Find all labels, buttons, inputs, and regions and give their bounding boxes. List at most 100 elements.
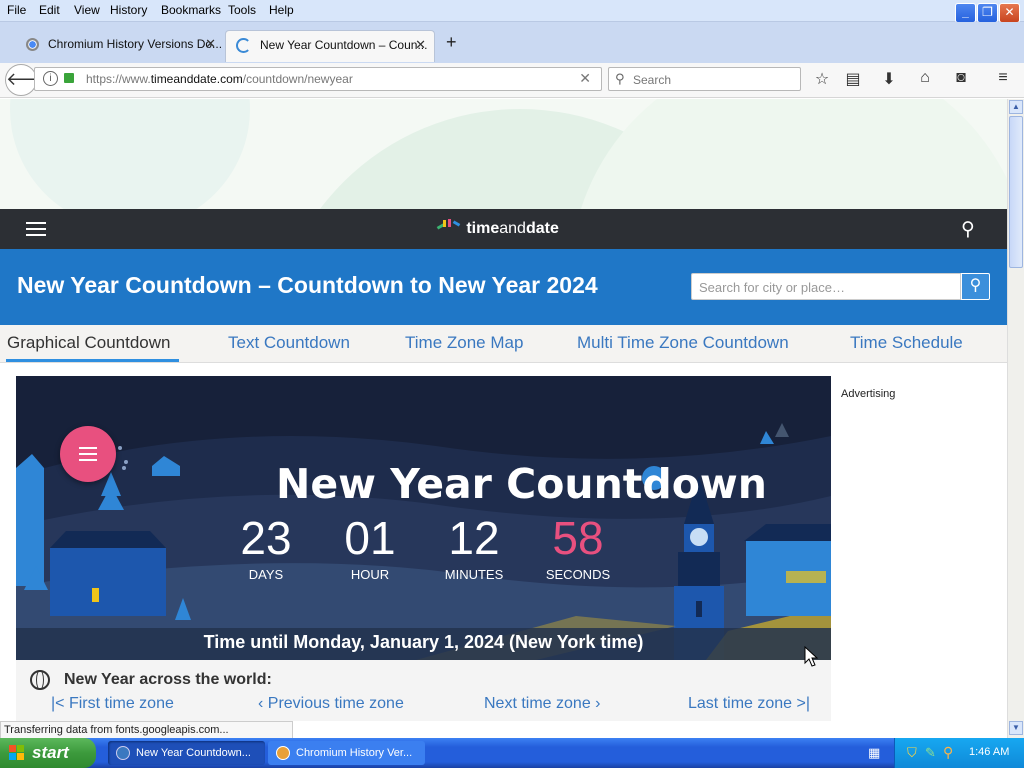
taskbar-item-chromium-history[interactable]: Chromium History Ver... (268, 741, 425, 765)
site-logo[interactable]: timeanddate (435, 219, 559, 238)
site-top-nav: timeanddate ⚲ (0, 209, 1007, 249)
first-arrow-icon: |< (51, 695, 69, 712)
web-page: timeanddate ⚲ New Year Countdown – Count… (0, 99, 1007, 721)
menu-lines-icon (79, 447, 97, 461)
windows-logo-icon (9, 745, 25, 761)
bookmark-star-icon[interactable]: ☆ (812, 69, 832, 89)
previous-time-zone-link[interactable]: ‹ Previous time zone (258, 695, 404, 713)
status-bar: Transferring data from fonts.googleapis.… (0, 721, 293, 739)
loading-spinner-icon (236, 38, 251, 53)
scroll-thumb[interactable] (1009, 116, 1023, 268)
close-tab-icon[interactable]: ✕ (415, 31, 426, 59)
security-shield-icon[interactable]: ⛉ (907, 745, 917, 761)
countdown-caption: Time until Monday, January 1, 2024 (New … (203, 632, 644, 652)
reading-list-icon[interactable]: ▤ (843, 69, 863, 89)
city-search-placeholder: Search for city or place… (699, 280, 845, 295)
city-search-button[interactable]: ⚲ (961, 273, 990, 300)
active-subtab-underline (6, 359, 179, 362)
minimize-button[interactable]: _ (955, 3, 976, 23)
minutes-label: MINUTES (444, 567, 504, 582)
page-header: New Year Countdown – Countdown to New Ye… (0, 249, 1007, 325)
previous-arrow-icon: ‹ (258, 695, 268, 712)
mouse-cursor-icon (804, 646, 818, 667)
subtab-text-countdown[interactable]: Text Countdown (228, 333, 350, 353)
close-tab-icon[interactable]: ✕ (205, 30, 216, 58)
back-button[interactable]: 🡐 (5, 64, 54, 96)
clock: 1:46 AM (969, 746, 1010, 758)
seconds-value: 58 (552, 512, 604, 564)
start-label: start (32, 743, 69, 762)
keyboard-icon[interactable]: ▦ (868, 745, 880, 761)
menu-bookmarks[interactable]: Bookmarks (161, 3, 221, 17)
system-tray: ⛉ ✎ ⚲ 1:46 AM (894, 738, 1024, 768)
browser-search-input[interactable]: ⚲ Search (608, 67, 801, 91)
tab-new-year-countdown[interactable]: New Year Countdown – Coun... ✕ (225, 30, 435, 62)
search-icon: ⚲ (615, 71, 625, 86)
countdown-subtabs: Graphical Countdown Text Countdown Time … (0, 325, 1007, 363)
world-timezone-nav: New Year across the world: |< First time… (16, 660, 831, 721)
minutes-value: 12 (448, 512, 500, 564)
menu-help[interactable]: Help (269, 3, 294, 17)
search-tray-icon[interactable]: ⚲ (943, 744, 953, 761)
firefox-icon (116, 746, 130, 760)
lock-icon (64, 73, 74, 83)
downloads-icon[interactable]: ⬇ (879, 69, 899, 89)
tab-strip: Chromium History Versions Do... ✕ New Ye… (0, 22, 1024, 63)
next-time-zone-link[interactable]: Next time zone › (484, 695, 601, 713)
menu-tools[interactable]: Tools (228, 3, 256, 17)
site-search-icon[interactable]: ⚲ (961, 218, 975, 241)
last-arrow-icon: >| (792, 695, 811, 712)
globe-icon (30, 670, 50, 690)
windows-taskbar: start New Year Countdown... Chromium His… (0, 738, 1024, 768)
last-time-zone-link[interactable]: Last time zone >| (688, 695, 810, 713)
world-heading: New Year across the world: (64, 671, 272, 688)
clear-url-icon[interactable]: ✕ (579, 70, 591, 87)
countdown-digits: 23 DAYS 01 HOUR 12 MINUTES 58 SECONDS (218, 511, 618, 591)
tab-title: Chromium History Versions Do... (48, 37, 223, 51)
countdown-heading: New Year Countdown (276, 460, 767, 508)
pocket-icon[interactable]: ◙ (951, 69, 971, 87)
hours-value: 01 (344, 512, 396, 564)
scroll-down-icon[interactable]: ▼ (1009, 721, 1023, 735)
new-tab-button[interactable]: + (446, 32, 457, 53)
navigation-bar: 🡐 i https://www.timeanddate.com/countdow… (0, 63, 1024, 98)
tab-title: New Year Countdown – Coun... (260, 38, 428, 52)
close-window-button[interactable]: ✕ (999, 3, 1020, 23)
countdown-menu-button[interactable] (60, 426, 116, 482)
info-icon[interactable]: i (43, 71, 58, 86)
ad-banner-area (0, 99, 1007, 209)
tab-chromium-history[interactable]: Chromium History Versions Do... ✕ (14, 30, 224, 62)
menu-history[interactable]: History (110, 3, 147, 17)
vertical-scrollbar[interactable]: ▲ ▼ (1007, 99, 1024, 738)
menu-bar: File Edit View History Bookmarks Tools H… (0, 0, 1024, 23)
days-value: 23 (240, 512, 292, 564)
url-bar[interactable]: i https://www.timeanddate.com/countdown/… (34, 67, 602, 91)
countdown-graphic: New Year Countdown 23 DAYS 01 HOUR 12 MI… (16, 376, 831, 660)
page-title: New Year Countdown – Countdown to New Ye… (17, 272, 598, 298)
taskbar-item-new-year-countdown[interactable]: New Year Countdown... (108, 741, 265, 765)
menu-edit[interactable]: Edit (39, 3, 60, 17)
menu-file[interactable]: File (7, 3, 26, 17)
app-icon (276, 746, 290, 760)
network-icon[interactable]: ✎ (925, 745, 936, 761)
ad-background-shape (10, 99, 1007, 209)
restore-button[interactable]: ❐ (977, 3, 998, 23)
menu-view[interactable]: View (74, 3, 100, 17)
subtab-graphical-countdown[interactable]: Graphical Countdown (7, 333, 170, 353)
advertising-label: Advertising (841, 388, 896, 400)
hamburger-menu-icon[interactable]: ≡ (993, 69, 1013, 87)
start-button[interactable]: start (0, 738, 96, 768)
city-search-input[interactable]: Search for city or place… (691, 273, 961, 300)
first-time-zone-link[interactable]: |< First time zone (51, 695, 174, 713)
subtab-multi-time-zone-countdown[interactable]: Multi Time Zone Countdown (577, 333, 789, 353)
days-label: DAYS (248, 567, 284, 582)
chromium-favicon-icon (26, 38, 39, 51)
site-menu-icon[interactable] (26, 222, 46, 236)
search-placeholder: Search (633, 73, 672, 87)
scroll-up-icon[interactable]: ▲ (1009, 100, 1023, 114)
home-icon[interactable]: ⌂ (915, 69, 935, 87)
subtab-time-zone-map[interactable]: Time Zone Map (405, 333, 523, 353)
url-text: https://www.timeanddate.com/countdown/ne… (86, 72, 353, 86)
seconds-label: SECONDS (545, 567, 611, 582)
subtab-time-schedule[interactable]: Time Schedule (850, 333, 963, 353)
